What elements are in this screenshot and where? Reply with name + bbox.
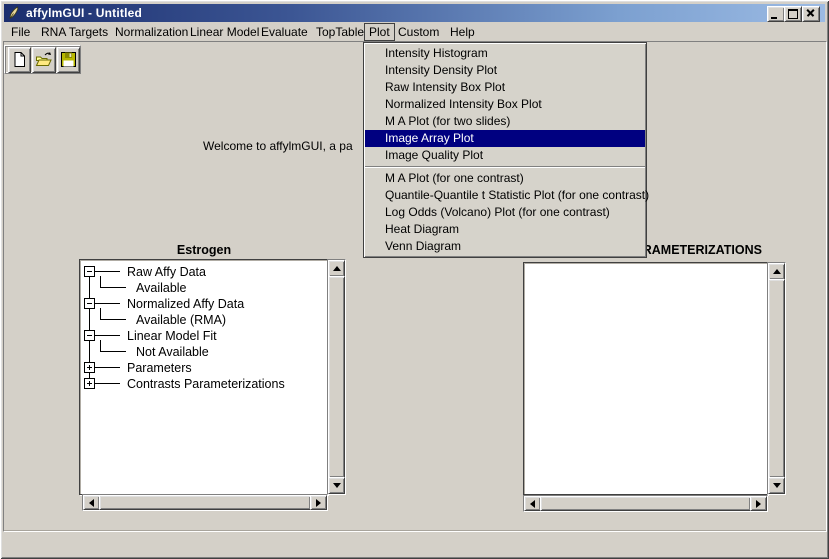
arrow-down-icon	[333, 483, 341, 488]
tk-feather-icon	[7, 6, 21, 20]
menu-item-raw-intensity-box-plot[interactable]: Raw Intensity Box Plot	[364, 79, 646, 96]
right-vertical-scrollbar[interactable]	[767, 262, 786, 495]
scroll-down-button[interactable]	[768, 477, 785, 494]
left-vertical-scrollbar[interactable]	[327, 259, 346, 495]
scroll-right-button[interactable]	[750, 496, 767, 511]
tree-item[interactable]: Available (RMA)	[136, 313, 226, 327]
minimize-icon	[771, 17, 777, 19]
tree-item[interactable]: Available	[136, 281, 187, 295]
menu-normalization[interactable]: Normalization	[115, 25, 188, 39]
maximize-icon	[788, 9, 798, 19]
tree-expander-icon[interactable]	[84, 330, 95, 341]
contrasts-listbox[interactable]	[523, 262, 768, 495]
arrow-left-icon	[530, 500, 535, 508]
menu-separator	[365, 166, 645, 168]
menu-help[interactable]: Help	[450, 25, 475, 39]
left-panel-header: Estrogen	[79, 243, 329, 257]
window-title: affylmGUI - Untitled	[26, 6, 142, 20]
tree-expander-icon[interactable]	[84, 362, 95, 373]
tree-item[interactable]: Raw Affy Data	[127, 265, 206, 279]
menu-item-log-odds-volcano-plot[interactable]: Log Odds (Volcano) Plot (for one contras…	[364, 204, 646, 221]
scroll-right-button[interactable]	[310, 495, 327, 510]
scroll-down-button[interactable]	[328, 477, 345, 494]
tree-item[interactable]: Not Available	[136, 345, 209, 359]
toolbar	[4, 45, 81, 74]
tree-item[interactable]: Normalized Affy Data	[127, 297, 244, 311]
status-tree-listbox[interactable]: Raw Affy Data Available Normalized Affy …	[79, 259, 328, 495]
arrow-left-icon	[89, 499, 94, 507]
arrow-up-icon	[333, 266, 341, 271]
scroll-thumb[interactable]	[768, 279, 785, 478]
scroll-left-button[interactable]	[83, 495, 100, 510]
open-folder-icon	[35, 51, 53, 68]
menu-item-intensity-density-plot[interactable]: Intensity Density Plot	[364, 62, 646, 79]
menu-item-image-quality-plot[interactable]: Image Quality Plot	[364, 147, 646, 164]
left-horizontal-scrollbar[interactable]	[82, 494, 328, 511]
menu-item-heat-diagram[interactable]: Heat Diagram	[364, 221, 646, 238]
minimize-button[interactable]	[767, 6, 785, 22]
menu-toptable[interactable]: TopTable	[316, 25, 364, 39]
arrow-right-icon	[756, 500, 761, 508]
tree-item[interactable]: Linear Model Fit	[127, 329, 217, 343]
menu-plot[interactable]: Plot	[364, 23, 395, 41]
tree-expander-icon[interactable]	[84, 266, 95, 277]
titlebar[interactable]: affylmGUI - Untitled	[4, 4, 825, 22]
save-icon	[60, 51, 77, 68]
arrow-right-icon	[316, 499, 321, 507]
menu-item-qq-t-statistic-plot[interactable]: Quantile-Quantile t Statistic Plot (for …	[364, 187, 646, 204]
menu-item-image-array-plot[interactable]: Image Array Plot	[365, 130, 645, 147]
tree-item[interactable]: Parameters	[127, 361, 192, 375]
menu-item-venn-diagram[interactable]: Venn Diagram	[364, 238, 646, 255]
scroll-thumb[interactable]	[328, 276, 345, 478]
app-window: affylmGUI - Untitled File RNA Targets No…	[0, 0, 829, 559]
plot-menu-popup: Intensity Histogram Intensity Density Pl…	[363, 42, 647, 258]
new-file-icon	[11, 51, 28, 68]
menu-item-ma-plot-one-contrast[interactable]: M A Plot (for one contrast)	[364, 170, 646, 187]
save-button[interactable]	[57, 47, 80, 73]
menu-item-intensity-histogram[interactable]: Intensity Histogram	[364, 45, 646, 62]
right-horizontal-scrollbar[interactable]	[523, 495, 768, 512]
tree-expander-icon[interactable]	[84, 378, 95, 389]
menu-rna-targets[interactable]: RNA Targets	[41, 25, 108, 39]
arrow-down-icon	[773, 483, 781, 488]
menu-item-normalized-intensity-box-plot[interactable]: Normalized Intensity Box Plot	[364, 96, 646, 113]
arrow-up-icon	[773, 269, 781, 274]
maximize-button[interactable]	[784, 6, 802, 22]
close-button[interactable]	[802, 6, 820, 22]
welcome-label: Welcome to affylmGUI, a pa	[203, 139, 353, 153]
scroll-up-button[interactable]	[328, 260, 345, 277]
scroll-up-button[interactable]	[768, 263, 785, 280]
menu-custom[interactable]: Custom	[398, 25, 439, 39]
menu-linear-model[interactable]: Linear Model	[190, 25, 259, 39]
new-file-button[interactable]	[8, 47, 31, 73]
tree-item[interactable]: Contrasts Parameterizations	[127, 377, 285, 391]
open-file-button[interactable]	[32, 47, 55, 73]
scroll-left-button[interactable]	[524, 496, 541, 511]
scroll-thumb[interactable]	[99, 495, 311, 510]
menu-item-ma-plot-two-slides[interactable]: M A Plot (for two slides)	[364, 113, 646, 130]
scroll-thumb[interactable]	[540, 496, 751, 511]
menubar: File RNA Targets Normalization Linear Mo…	[3, 22, 826, 41]
tree-expander-icon[interactable]	[84, 298, 95, 309]
menu-file[interactable]: File	[11, 25, 30, 39]
menu-evaluate[interactable]: Evaluate	[261, 25, 308, 39]
